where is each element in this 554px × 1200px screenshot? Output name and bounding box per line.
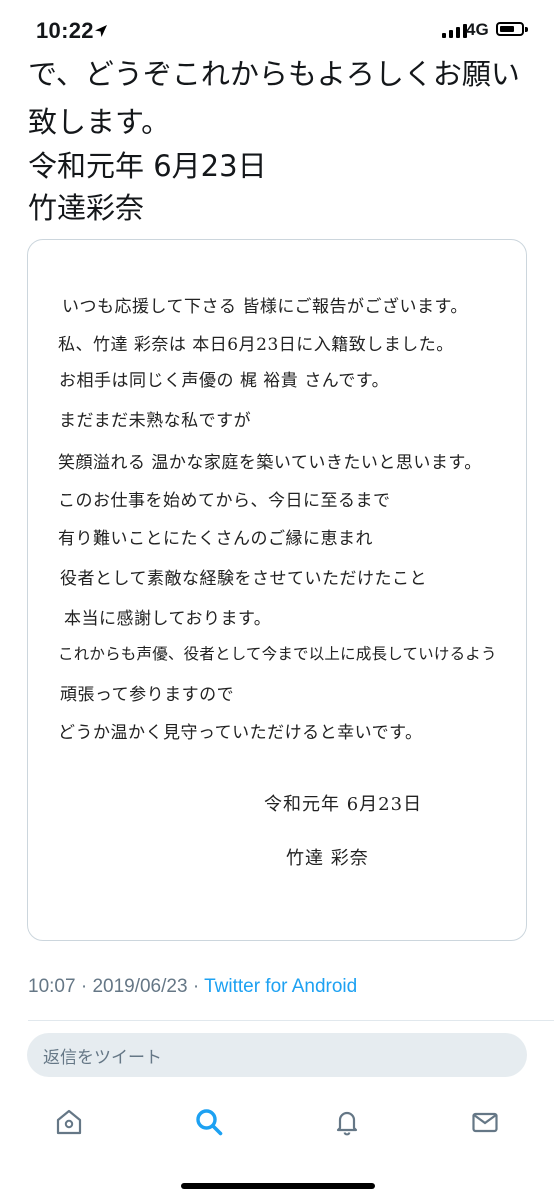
letter-line: 本当に感謝しております。: [64, 609, 272, 629]
letter-line: いつも応援して下さる 皆様にご報告がございます。: [62, 297, 468, 317]
letter-line: これからも声優、役者として今まで以上に成長していけるよう: [58, 645, 497, 663]
tweet-time: 10:07: [28, 976, 76, 997]
tweet-date: 2019/06/23: [92, 976, 188, 997]
tweet-text: で、どうぞこれからもよろしくお願い 致します。: [28, 50, 538, 146]
tab-home[interactable]: [51, 1104, 87, 1140]
bottom-tab-bar: [0, 1096, 554, 1150]
search-icon: [196, 1109, 223, 1136]
battery-icon: [496, 22, 528, 36]
signal-icon: [442, 24, 467, 38]
letter-line: 役者として素敵な経験をさせていただけたこと: [60, 569, 427, 589]
status-bar: 10:22 4G: [0, 0, 554, 56]
tweet-date-text: 令和元年 6月23日: [28, 149, 267, 183]
reply-input[interactable]: 返信をツイート: [27, 1033, 527, 1077]
tweet-text-line: で、どうぞこれからもよろしくお願い: [28, 57, 520, 91]
tweet-meta: 10:07 · 2019/06/23 · Twitter for Android: [28, 976, 357, 998]
meta-separator: ·: [80, 976, 88, 997]
letter-line: どうか温かく見守っていただけると幸いです。: [58, 723, 423, 743]
tab-messages[interactable]: [467, 1104, 503, 1140]
tweet-source-link[interactable]: Twitter for Android: [204, 976, 357, 997]
bell-icon: [336, 1111, 358, 1136]
letter-line: 有り難いことにたくさんのご縁に恵まれ: [58, 529, 373, 549]
home-indicator: [181, 1183, 375, 1189]
reply-placeholder: 返信をツイート: [43, 1047, 162, 1068]
tweet-author-text: 竹達彩奈: [28, 191, 145, 225]
divider: [28, 1020, 554, 1021]
letter-line: このお仕事を始めてから、今日に至るまで: [58, 491, 391, 511]
letter-signature-date: 令和元年 6月23日: [264, 794, 423, 815]
tab-search[interactable]: [191, 1104, 227, 1140]
letter-line: 頑張って参りますので: [60, 685, 235, 705]
status-time: 10:22: [36, 18, 94, 43]
letter-line: 笑顔溢れる 温かな家庭を築いていきたいと思います。: [58, 453, 482, 473]
letter-signature-name: 竹達 彩奈: [286, 848, 369, 869]
tweet-text-line: 致します。: [28, 105, 171, 139]
meta-separator: ·: [192, 976, 200, 997]
letter-line: 私、竹達 彩奈は 本日6月23日に入籍致しました。: [58, 335, 454, 355]
location-arrow-icon: [95, 25, 107, 37]
tab-notifications[interactable]: [329, 1104, 365, 1140]
tweet-image-card[interactable]: いつも応援して下さる 皆様にご報告がございます。 私、竹達 彩奈は 本日6月23…: [27, 239, 527, 941]
mail-icon: [472, 1112, 498, 1133]
network-type: 4G: [466, 20, 489, 39]
letter-line: まだまだ未熟な私ですが: [59, 411, 252, 431]
letter-line: お相手は同じく声優の 梶 裕貴 さんです。: [59, 371, 390, 391]
home-icon: [56, 1109, 82, 1135]
